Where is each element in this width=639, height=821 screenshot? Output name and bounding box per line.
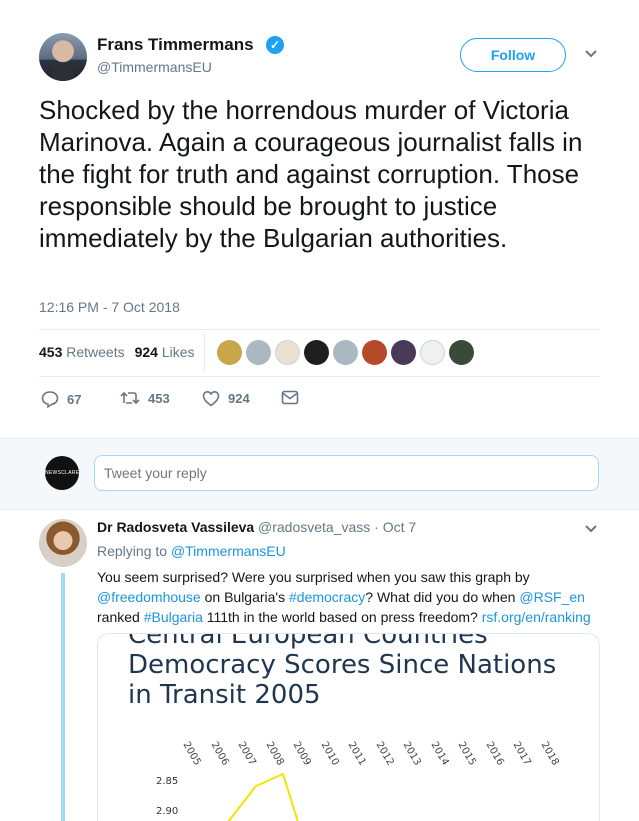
like-count: 924 [228, 391, 250, 406]
author-name[interactable]: Frans Timmermans [97, 35, 254, 55]
verified-badge-icon: ✓ [266, 36, 284, 54]
reply-text-segment: on Bulgaria's [200, 589, 289, 605]
reply-count: 67 [67, 391, 82, 407]
retweets-stat[interactable]: 453 Retweets [39, 344, 125, 360]
divider [39, 376, 599, 377]
retweets-count: 453 [39, 344, 63, 360]
heart-icon [202, 390, 220, 407]
tweet-text: Shocked by the horrendous murder of Vict… [39, 95, 583, 253]
liker-avatar[interactable] [246, 340, 271, 365]
reply-text-segment: ? What did you do when [365, 589, 520, 605]
author-handle[interactable]: @TimmermansEU [97, 59, 212, 75]
envelope-icon [281, 390, 299, 405]
current-user-avatar: NEWSCLARE [45, 456, 79, 490]
liker-avatar[interactable] [275, 340, 300, 365]
likes-count: 924 [134, 344, 158, 360]
reply-action[interactable]: 67 [41, 390, 81, 408]
reply-media-image[interactable]: Central European Countries Democracy Sco… [97, 633, 600, 821]
reply-author-name[interactable]: Dr Radosveta Vassileva [97, 519, 254, 535]
reply-text-link[interactable]: #democracy [289, 589, 365, 605]
retweet-icon [120, 391, 140, 405]
liker-avatar[interactable] [362, 340, 387, 365]
reply-text: You seem surprised? Were you surprised w… [97, 567, 617, 627]
reply-author-handle[interactable]: @radosveta_vass · Oct 7 [258, 519, 416, 535]
liker-avatar[interactable] [333, 340, 358, 365]
chevron-down-icon[interactable] [584, 524, 598, 534]
divider [204, 334, 205, 372]
direct-message-action[interactable] [281, 390, 299, 405]
liker-avatar[interactable] [304, 340, 329, 365]
likes-label: Likes [161, 344, 195, 360]
chevron-down-icon[interactable] [584, 49, 598, 59]
liker-avatar[interactable] [217, 340, 242, 365]
reply-author-avatar[interactable] [39, 519, 87, 567]
likes-stat[interactable]: 924 Likes [135, 344, 195, 360]
reply-text-link[interactable]: @RSF_en [519, 589, 585, 605]
reply-text-segment: ranked [97, 609, 144, 625]
reply-text-segment: 111th in the world based on press freedo… [202, 609, 482, 625]
reply-text-segment: You seem surprised? Were you surprised w… [97, 569, 530, 585]
retweets-label: Retweets [66, 344, 125, 360]
replying-prefix: Replying to [97, 543, 168, 559]
reply-text-link[interactable]: @freedomhouse [97, 589, 201, 605]
reply-input[interactable] [94, 455, 599, 491]
media-chart-line [227, 772, 299, 821]
liker-avatar[interactable] [449, 340, 474, 365]
thread-line [61, 573, 65, 821]
divider [39, 329, 599, 330]
tweet-timestamp[interactable]: 12:16 PM - 7 Oct 2018 [39, 299, 180, 315]
liker-avatars [217, 340, 474, 365]
liker-avatar[interactable] [391, 340, 416, 365]
retweet-action[interactable]: 453 [120, 390, 170, 406]
reply-icon [41, 391, 59, 408]
reply-text-link[interactable]: rsf.org/en/ranking [482, 609, 591, 625]
replying-to: Replying to @TimmermansEU [97, 543, 286, 559]
reply-text-link[interactable]: #Bulgaria [144, 609, 203, 625]
author-avatar[interactable] [39, 33, 87, 81]
replying-to-link[interactable]: @TimmermansEU [171, 543, 286, 559]
follow-button[interactable]: Follow [460, 38, 566, 72]
like-action[interactable]: 924 [202, 390, 250, 407]
tweet-stats: 453 Retweets 924 Likes [39, 344, 195, 360]
liker-avatar[interactable] [420, 340, 445, 365]
retweet-count: 453 [148, 390, 170, 406]
